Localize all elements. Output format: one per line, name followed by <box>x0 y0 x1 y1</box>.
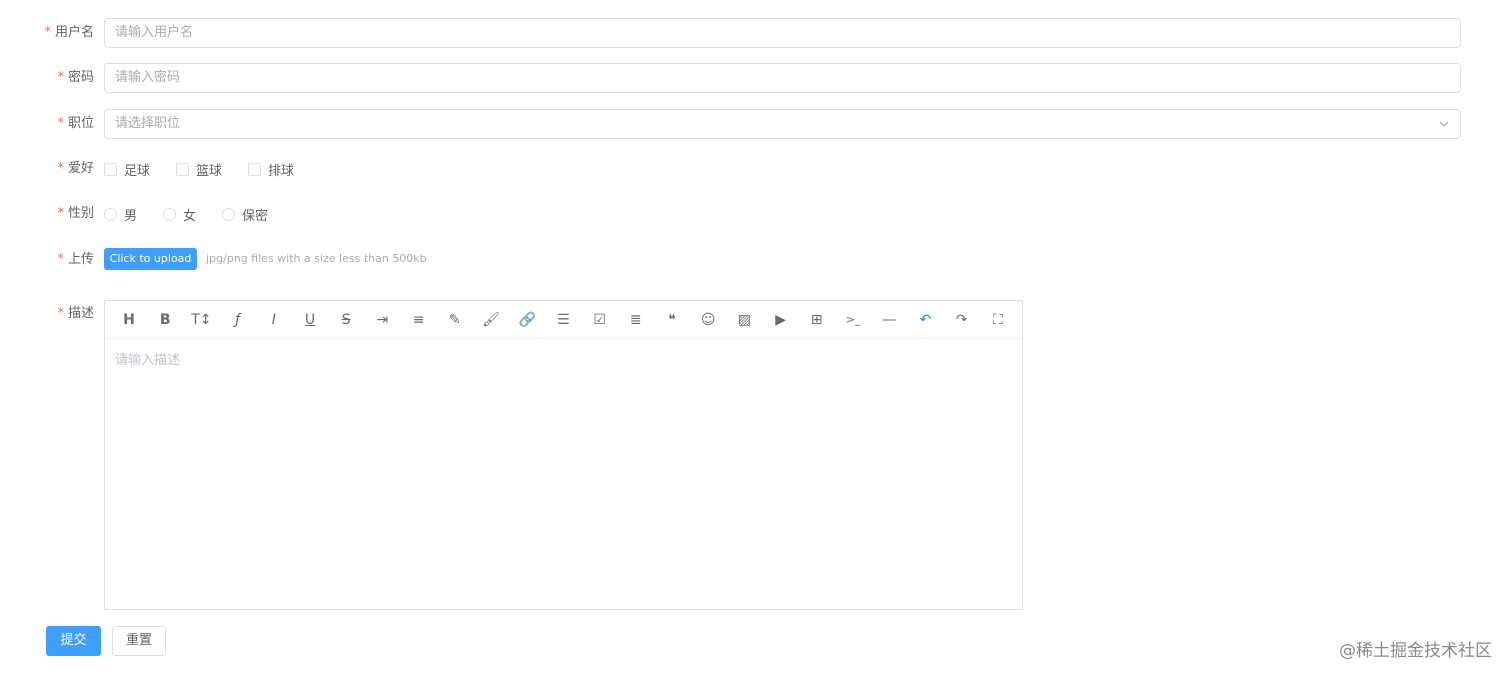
font-size-icon[interactable]: T↕ <box>190 309 212 331</box>
header-icon[interactable]: H <box>118 309 140 331</box>
upload-label-text: 上传 <box>67 252 94 267</box>
username-label: * 用户名 <box>0 18 94 48</box>
radio[interactable] <box>163 207 177 221</box>
required-mark: * <box>57 116 64 131</box>
gender-option-female[interactable]: 女 <box>163 205 196 224</box>
checkbox[interactable] <box>248 162 262 176</box>
required-mark: * <box>57 161 64 176</box>
username-label-text: 用户名 <box>54 25 94 40</box>
upload-row: * 上传 Click to upload jpg/png files with a… <box>0 245 1512 275</box>
undo-icon[interactable]: ↶ <box>914 309 936 331</box>
video-icon[interactable]: ▶ <box>770 309 792 331</box>
gender-option-male[interactable]: 男 <box>104 205 137 224</box>
hobby-option-basketball[interactable]: 篮球 <box>176 160 222 179</box>
line-height-icon[interactable]: ≡ <box>408 309 430 331</box>
radio-label: 男 <box>124 208 138 224</box>
radio-label: 保密 <box>242 208 269 224</box>
chevron-down-icon <box>1439 121 1449 127</box>
indent-icon[interactable]: ⇥ <box>371 309 393 331</box>
gender-label: * 性别 <box>0 199 94 229</box>
radio[interactable] <box>104 207 117 221</box>
description-label-text: 描述 <box>67 306 94 321</box>
checkbox-label: 排球 <box>268 163 295 179</box>
hobby-option-football[interactable]: 足球 <box>104 160 150 179</box>
bold-icon[interactable]: B <box>154 309 176 331</box>
image-icon[interactable]: ▨ <box>733 309 755 331</box>
hobbies-checkbox-group: 足球 篮球 排球 <box>104 154 320 184</box>
gender-row: * 性别 男 女 保密 <box>0 199 1512 229</box>
fullscreen-icon[interactable]: ⛶ <box>987 309 1009 331</box>
checkbox-label: 足球 <box>124 163 151 179</box>
emoticon-icon[interactable]: ☺ <box>697 309 719 331</box>
password-row: * 密码 请输入密码 <box>0 63 1512 93</box>
strikethrough-icon[interactable]: S <box>335 309 357 331</box>
table-icon[interactable]: ⊞ <box>806 309 828 331</box>
hobby-option-volleyball[interactable]: 排球 <box>248 160 294 179</box>
description-label: * 描述 <box>0 299 94 329</box>
hobbies-label: * 爱好 <box>0 154 94 184</box>
divider-icon[interactable]: — <box>878 309 900 331</box>
editor-toolbar: H B T↕ ƒ I U S ⇥ ≡ ✎ 🖌 🔗 ☰ ☑ ≣ ❝ ☺ ▨ ▶ ⊞ >_ — ↶ ↷ ⛶ <box>105 301 1022 339</box>
required-mark: * <box>44 25 51 40</box>
position-row: * 职位 请选择职位 <box>0 109 1512 139</box>
password-label-text: 密码 <box>67 70 94 85</box>
hobbies-label-text: 爱好 <box>67 161 94 176</box>
underline-icon[interactable]: U <box>299 309 321 331</box>
required-mark: * <box>57 252 64 267</box>
position-label-text: 职位 <box>67 116 94 131</box>
checkbox-label: 篮球 <box>196 163 223 179</box>
username-input[interactable]: 请输入用户名 <box>104 18 1461 48</box>
code-icon[interactable]: >_ <box>842 309 864 331</box>
reset-button[interactable]: 重置 <box>112 626 166 656</box>
required-mark: * <box>57 70 64 85</box>
todo-icon[interactable]: ☑ <box>589 309 611 331</box>
required-mark: * <box>57 306 64 321</box>
username-placeholder: 请输入用户名 <box>115 25 194 40</box>
upload-label: * 上传 <box>0 245 94 275</box>
password-input[interactable]: 请输入密码 <box>104 63 1461 93</box>
link-icon[interactable]: 🔗 <box>516 309 538 331</box>
gender-label-text: 性别 <box>67 206 94 221</box>
required-mark: * <box>57 206 64 221</box>
password-label: * 密码 <box>0 63 94 93</box>
font-color-icon[interactable]: ✎ <box>444 309 466 331</box>
gender-option-secret[interactable]: 保密 <box>222 205 268 224</box>
hobbies-row: * 爱好 足球 篮球 排球 <box>0 154 1512 184</box>
rich-text-editor: H B T↕ ƒ I U S ⇥ ≡ ✎ 🖌 🔗 ☰ ☑ ≣ ❝ ☺ ▨ ▶ ⊞ >_ — ↶ ↷ ⛶ 请输入描述 <box>104 300 1023 610</box>
italic-icon[interactable]: I <box>263 309 285 331</box>
watermark: @稀土掘金技术社区 <box>1339 641 1492 661</box>
checkbox[interactable] <box>176 162 190 176</box>
submit-button[interactable]: 提交 <box>46 626 101 656</box>
password-placeholder: 请输入密码 <box>115 70 181 85</box>
quote-icon[interactable]: ❝ <box>661 309 683 331</box>
upload-button[interactable]: Click to upload <box>104 248 197 270</box>
position-placeholder: 请选择职位 <box>115 116 181 131</box>
radio[interactable] <box>222 207 236 221</box>
gender-radio-group: 男 女 保密 <box>104 199 294 229</box>
upload-tip: jpg/png files with a size less than 500k… <box>206 252 427 265</box>
list-icon[interactable]: ☰ <box>552 309 574 331</box>
position-label: * 职位 <box>0 109 94 139</box>
redo-icon[interactable]: ↷ <box>951 309 973 331</box>
username-row: * 用户名 请输入用户名 <box>0 18 1512 48</box>
editor-placeholder[interactable]: 请输入描述 <box>115 349 180 368</box>
checkbox[interactable] <box>104 162 117 176</box>
font-family-icon[interactable]: ƒ <box>227 309 249 331</box>
position-select[interactable]: 请选择职位 <box>104 109 1461 139</box>
justify-icon[interactable]: ≣ <box>625 309 647 331</box>
radio-label: 女 <box>183 208 197 224</box>
background-color-icon[interactable]: 🖌 <box>480 309 502 331</box>
